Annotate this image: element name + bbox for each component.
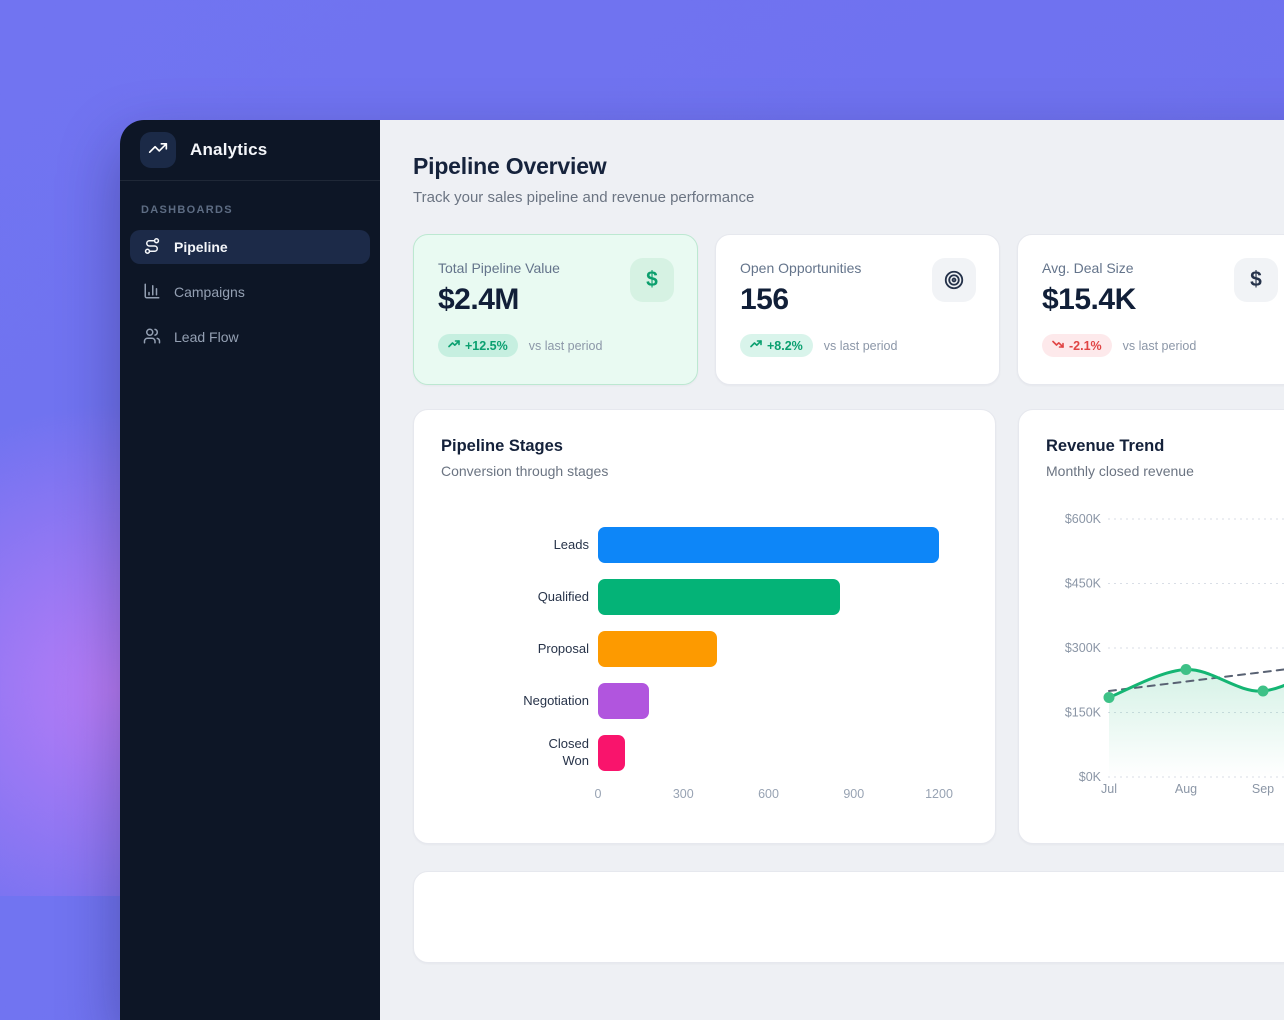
compare-label: vs last period <box>1123 339 1197 353</box>
route-icon <box>143 237 161 258</box>
x-tick-label: 900 <box>843 787 864 801</box>
revenue-trend-card: Revenue Trend Monthly closed revenue $0K… <box>1018 409 1284 844</box>
sidebar-item-pipeline[interactable]: Pipeline <box>130 230 370 264</box>
revenue-trend-chart: $0K$150K$300K$450K$600KJulAugSepOct <box>1046 485 1284 807</box>
x-tick-label: Sep <box>1252 782 1274 796</box>
revenue-area-fill <box>1109 657 1284 777</box>
change-value: -2.1% <box>1069 339 1102 353</box>
sidebar-item-campaigns[interactable]: Campaigns <box>130 275 370 309</box>
trend-down-icon <box>1052 338 1064 353</box>
sidebar-section-label: DASHBOARDS <box>120 181 380 230</box>
bar-row: Proposal <box>441 631 968 667</box>
trend-up-icon <box>448 338 460 353</box>
sidebar-header: Analytics <box>120 120 380 180</box>
y-tick-label: $0K <box>1079 770 1102 784</box>
bar-row: Qualified <box>441 579 968 615</box>
target-icon <box>932 258 976 302</box>
change-value: +12.5% <box>465 339 508 353</box>
compare-label: vs last period <box>824 339 898 353</box>
bar-category-label: Leads <box>441 537 598 554</box>
chart-subtitle: Conversion through stages <box>441 463 968 479</box>
bar-row: Leads <box>441 527 968 563</box>
sidebar-nav: Pipeline Campaigns Lead Flow <box>120 230 380 354</box>
kpi-meta: +8.2% vs last period <box>740 334 975 357</box>
change-value: +8.2% <box>767 339 803 353</box>
page-subtitle: Track your sales pipeline and revenue pe… <box>413 189 1284 206</box>
bar-category-label: Proposal <box>441 641 598 658</box>
page-title: Pipeline Overview <box>413 153 1284 180</box>
bar-segment[interactable] <box>598 579 840 615</box>
app-logo <box>140 132 176 168</box>
bar-segment[interactable] <box>598 735 625 771</box>
change-badge: +12.5% <box>438 334 518 357</box>
kpi-card-total-pipeline-value[interactable]: Total Pipeline Value$2.4M+12.5%vs last p… <box>413 234 698 385</box>
y-tick-label: $600K <box>1065 512 1102 526</box>
bar-track <box>598 735 939 771</box>
compare-label: vs last period <box>529 339 603 353</box>
trend-up-icon <box>750 338 762 353</box>
kpi-row: Total Pipeline Value$2.4M+12.5%vs last p… <box>413 234 1284 385</box>
kpi-card-avg-deal-size[interactable]: Avg. Deal Size$15.4K-2.1%vs last period$ <box>1017 234 1284 385</box>
trending-up-icon <box>148 138 168 163</box>
chart-title: Revenue Trend <box>1046 437 1284 456</box>
dollar-icon: $ <box>1234 258 1278 302</box>
sidebar-item-label: Campaigns <box>174 284 245 300</box>
app-window: Analytics DASHBOARDS Pipeline Campaigns Le… <box>120 120 1284 1020</box>
x-tick-label: Jul <box>1101 782 1117 796</box>
bar-category-label: Qualified <box>441 589 598 606</box>
app-title: Analytics <box>190 140 267 160</box>
sidebar: Analytics DASHBOARDS Pipeline Campaigns Le… <box>120 120 380 1020</box>
bar-chart-icon <box>143 282 161 303</box>
x-tick-label: Aug <box>1175 782 1197 796</box>
x-tick-label: 600 <box>758 787 779 801</box>
bar-rows: Leads Qualified Proposal Negotiation Closed … <box>441 527 968 771</box>
change-badge: +8.2% <box>740 334 813 357</box>
bar-category-label: Closed Won <box>441 736 598 770</box>
chart-subtitle: Monthly closed revenue <box>1046 463 1284 479</box>
y-tick-label: $450K <box>1065 577 1102 591</box>
x-tick-label: 0 <box>595 787 602 801</box>
bar-segment[interactable] <box>598 527 939 563</box>
kpi-meta: +12.5% vs last period <box>438 334 673 357</box>
change-badge: -2.1% <box>1042 334 1112 357</box>
x-tick-label: 1200 <box>925 787 953 801</box>
bar-row: Negotiation <box>441 683 968 719</box>
kpi-card-open-opportunities[interactable]: Open Opportunities156+8.2%vs last period <box>715 234 1000 385</box>
bar-track <box>598 683 939 719</box>
data-point[interactable] <box>1258 686 1269 697</box>
y-tick-label: $300K <box>1065 641 1102 655</box>
sidebar-item-lead-flow[interactable]: Lead Flow <box>130 320 370 354</box>
bar-track <box>598 579 939 615</box>
pipeline-stages-chart: Leads Qualified Proposal Negotiation Closed … <box>441 527 968 805</box>
y-tick-label: $150K <box>1065 706 1102 720</box>
kpi-meta: -2.1% vs last period <box>1042 334 1277 357</box>
bottom-card-partial <box>413 871 1284 963</box>
charts-row: Pipeline Stages Conversion through stage… <box>413 409 1284 844</box>
users-icon <box>143 327 161 348</box>
bar-segment[interactable] <box>598 683 649 719</box>
bar-x-axis: 03006009001200 <box>598 787 939 805</box>
bar-track <box>598 527 939 563</box>
chart-title: Pipeline Stages <box>441 437 968 456</box>
dollar-icon: $ <box>630 258 674 302</box>
sidebar-item-label: Pipeline <box>174 239 228 255</box>
bar-category-label: Negotiation <box>441 693 598 710</box>
x-tick-label: 300 <box>673 787 694 801</box>
data-point[interactable] <box>1104 692 1115 703</box>
bar-segment[interactable] <box>598 631 717 667</box>
bar-row: Closed Won <box>441 735 968 771</box>
main-content: Pipeline Overview Track your sales pipel… <box>380 120 1284 1020</box>
pipeline-stages-card: Pipeline Stages Conversion through stage… <box>413 409 996 844</box>
data-point[interactable] <box>1181 664 1192 675</box>
sidebar-item-label: Lead Flow <box>174 329 239 345</box>
bar-track <box>598 631 939 667</box>
